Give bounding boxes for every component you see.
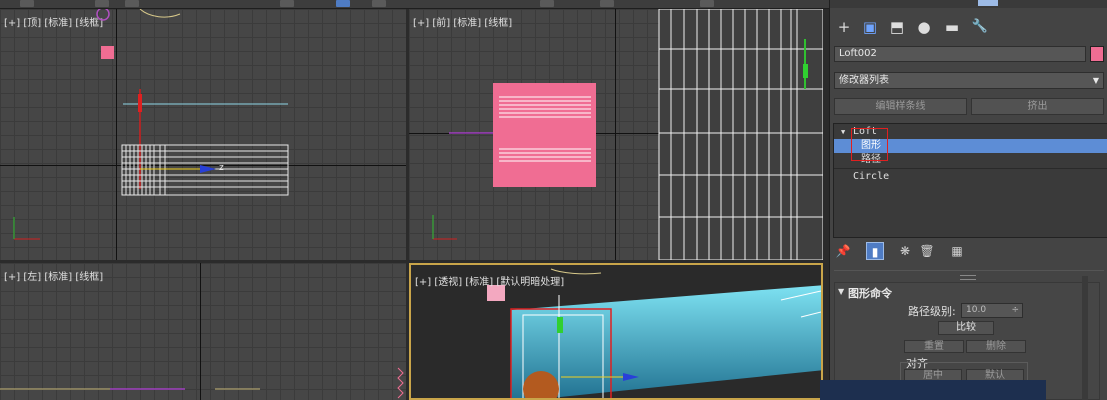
red-highlight-box	[851, 128, 888, 161]
modifier-list-label: 修改器列表	[839, 75, 889, 86]
toolbar-button[interactable]	[540, 0, 554, 7]
panel-top-strip	[830, 0, 1107, 8]
pin-stack-icon[interactable]: 📌	[834, 242, 852, 260]
toolbar-button[interactable]	[372, 0, 386, 7]
create-tab-icon[interactable]: +	[834, 17, 854, 37]
loft-side-wireframe	[658, 9, 823, 260]
object-color-swatch[interactable]	[1090, 46, 1104, 62]
stack-separator	[834, 168, 1107, 169]
toolbar-button[interactable]	[95, 0, 109, 7]
motion-tab-icon[interactable]: ●	[914, 17, 934, 37]
command-panel: + ▣ ⬒ ● ▬ 🔧 Loft002 修改器列表 ▼ 编辑样条线 挤出 ▼ L…	[820, 0, 1107, 400]
modify-tab-icon[interactable]: ▣	[860, 17, 880, 37]
panel-top-button[interactable]	[978, 0, 998, 6]
top-view-geometry	[13, 9, 289, 240]
panel-scrollbar[interactable]	[1082, 276, 1088, 400]
utilities-tab-icon[interactable]: 🔧	[970, 17, 990, 37]
dropdown-arrow-icon: ▼	[1092, 76, 1099, 85]
viewport-label[interactable]: [+] [透视] [标准] [默认明暗处理]	[415, 273, 564, 288]
compare-button[interactable]: 比较	[938, 321, 994, 335]
move-gizmo-arrow	[200, 165, 216, 173]
viewport-perspective[interactable]: [+] [透视] [标准] [默认明暗处理]	[409, 263, 823, 400]
spinner-arrows-icon[interactable]: ÷	[1011, 304, 1019, 317]
show-end-result-icon[interactable]: ▮	[866, 242, 884, 260]
toolbar-button[interactable]	[600, 0, 614, 7]
stack-item-label: Circle	[853, 171, 890, 182]
path-level-spinner[interactable]: 10.0 ÷	[961, 303, 1023, 318]
expand-arrow-icon[interactable]: ▼	[841, 125, 845, 139]
front-view-geometry	[432, 9, 823, 260]
configure-modifier-sets-icon[interactable]: ▦	[948, 242, 966, 260]
hierarchy-tab-icon[interactable]: ⬒	[887, 17, 907, 37]
toolbar-button[interactable]	[700, 0, 714, 7]
left-view-geometry	[0, 367, 404, 399]
modifier-list-dropdown[interactable]: 修改器列表 ▼	[834, 72, 1104, 89]
stack-item-circle[interactable]: Circle	[834, 170, 1107, 184]
extrude-button[interactable]: 挤出	[971, 98, 1104, 115]
edit-spline-button[interactable]: 编辑样条线	[834, 98, 967, 115]
rollout-title[interactable]: 图形命令	[848, 285, 892, 301]
toolbar-button[interactable]	[125, 0, 139, 7]
modifier-stack[interactable]: ▼ Loft 图形 路径 Circle	[833, 123, 1107, 238]
path-level-label: 路径级别:	[908, 305, 956, 318]
delete-button[interactable]: 删除	[966, 340, 1026, 353]
toolbar-button[interactable]	[20, 0, 34, 7]
taskbar-overlay	[820, 380, 1046, 400]
path-level-value: 10.0	[966, 305, 987, 315]
rollout-collapse-arrow-icon[interactable]: ▼	[838, 287, 844, 296]
panel-divider	[834, 270, 1104, 271]
make-unique-icon[interactable]: ❋	[896, 242, 914, 260]
panel-drag-handle[interactable]	[960, 275, 976, 280]
gizmo-z-label: z	[219, 163, 224, 173]
viewport-top[interactable]: [+] [顶] [标准] [线框] z	[0, 9, 406, 260]
display-tab-icon[interactable]: ▬	[942, 17, 962, 37]
pink-object-marker	[101, 46, 114, 59]
pink-shape	[493, 83, 596, 187]
object-name-field[interactable]: Loft002	[834, 46, 1086, 62]
viewport-front[interactable]: [+] [前] [标准] [线框]	[409, 9, 823, 260]
remove-modifier-icon[interactable]: 🗑	[918, 242, 936, 260]
viewport-left[interactable]: [+] [左] [标准] [线框]	[0, 263, 406, 400]
reset-button[interactable]: 重置	[904, 340, 964, 353]
select-move-button[interactable]	[336, 0, 350, 7]
main-toolbar	[0, 0, 830, 9]
toolbar-button[interactable]	[280, 0, 294, 7]
